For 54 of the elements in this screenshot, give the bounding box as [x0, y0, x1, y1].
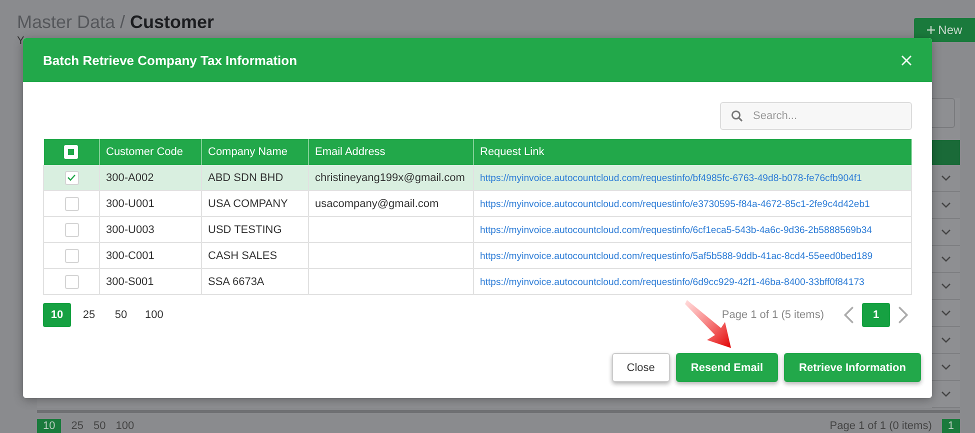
- table-cell: USD TESTING: [208, 224, 282, 236]
- table-cell: ABD SDN BHD: [208, 172, 284, 184]
- page-size-option[interactable]: 25: [75, 303, 103, 327]
- page-number[interactable]: 1: [862, 303, 890, 327]
- page-subtitle: Y: [17, 35, 24, 47]
- chevron-down-icon[interactable]: [941, 364, 951, 370]
- table-cell: 300-S001: [106, 276, 154, 288]
- chevron-down-icon[interactable]: [941, 256, 951, 262]
- chevron-down-icon[interactable]: [941, 202, 951, 208]
- table-cell: christineyang199x@gmail.com: [315, 172, 465, 184]
- table-cell: 300-A002: [106, 172, 154, 184]
- search-icon: [731, 110, 743, 122]
- check-icon: [67, 174, 76, 181]
- page-size-option[interactable]: 10: [43, 303, 71, 327]
- table-cell: 300-U001: [106, 198, 154, 210]
- column-header: Company Name: [202, 139, 308, 165]
- page-info: Page 1 of 1 (0 items): [830, 420, 932, 432]
- chevron-down-icon[interactable]: [941, 391, 951, 397]
- page-size-option[interactable]: 10: [37, 419, 62, 433]
- column-header: Request Link: [474, 139, 912, 165]
- chevron-down-icon[interactable]: [941, 283, 951, 289]
- action-button[interactable]: Resend Email: [676, 353, 778, 382]
- page-number[interactable]: 1: [942, 419, 960, 433]
- table-cell: CASH SALES: [208, 250, 278, 262]
- table-cell: usacompany@gmail.com: [315, 198, 439, 210]
- action-button[interactable]: Retrieve Information: [784, 353, 921, 382]
- page-size-option[interactable]: 50: [94, 420, 106, 432]
- table-cell: USA COMPANY: [208, 198, 288, 210]
- new-button[interactable]: New: [914, 18, 975, 42]
- chevron-down-icon[interactable]: [941, 229, 951, 235]
- row-checkbox[interactable]: [64, 170, 78, 184]
- page-size-option[interactable]: 100: [116, 420, 134, 432]
- page-size-option[interactable]: 25: [71, 420, 84, 432]
- row-checkbox[interactable]: [64, 222, 78, 236]
- page-size-option[interactable]: 50: [107, 303, 135, 327]
- chevron-down-icon[interactable]: [941, 310, 951, 316]
- row-checkbox[interactable]: [64, 274, 78, 288]
- dialog-title: Batch Retrieve Company Tax Information: [43, 52, 298, 68]
- column-header: Customer Code: [100, 139, 202, 165]
- table-cell: SSA 6673A: [208, 276, 264, 288]
- close-button[interactable]: Close: [612, 353, 670, 382]
- chevron-down-icon[interactable]: [941, 175, 951, 181]
- table-cell: 300-U003: [106, 224, 154, 236]
- table-cell: 300-C001: [106, 250, 154, 262]
- plus-icon: [926, 26, 935, 34]
- chevron-down-icon[interactable]: [941, 337, 951, 343]
- row-checkbox[interactable]: [64, 248, 78, 262]
- page-size-option[interactable]: 100: [139, 303, 170, 327]
- page-info: Page 1 of 1 (5 items): [722, 309, 824, 321]
- column-header: Email Address: [308, 139, 474, 165]
- select-all-checkbox[interactable]: [64, 145, 78, 159]
- table-header: [932, 140, 960, 165]
- row-checkbox[interactable]: [64, 196, 78, 210]
- close-icon[interactable]: [901, 54, 912, 66]
